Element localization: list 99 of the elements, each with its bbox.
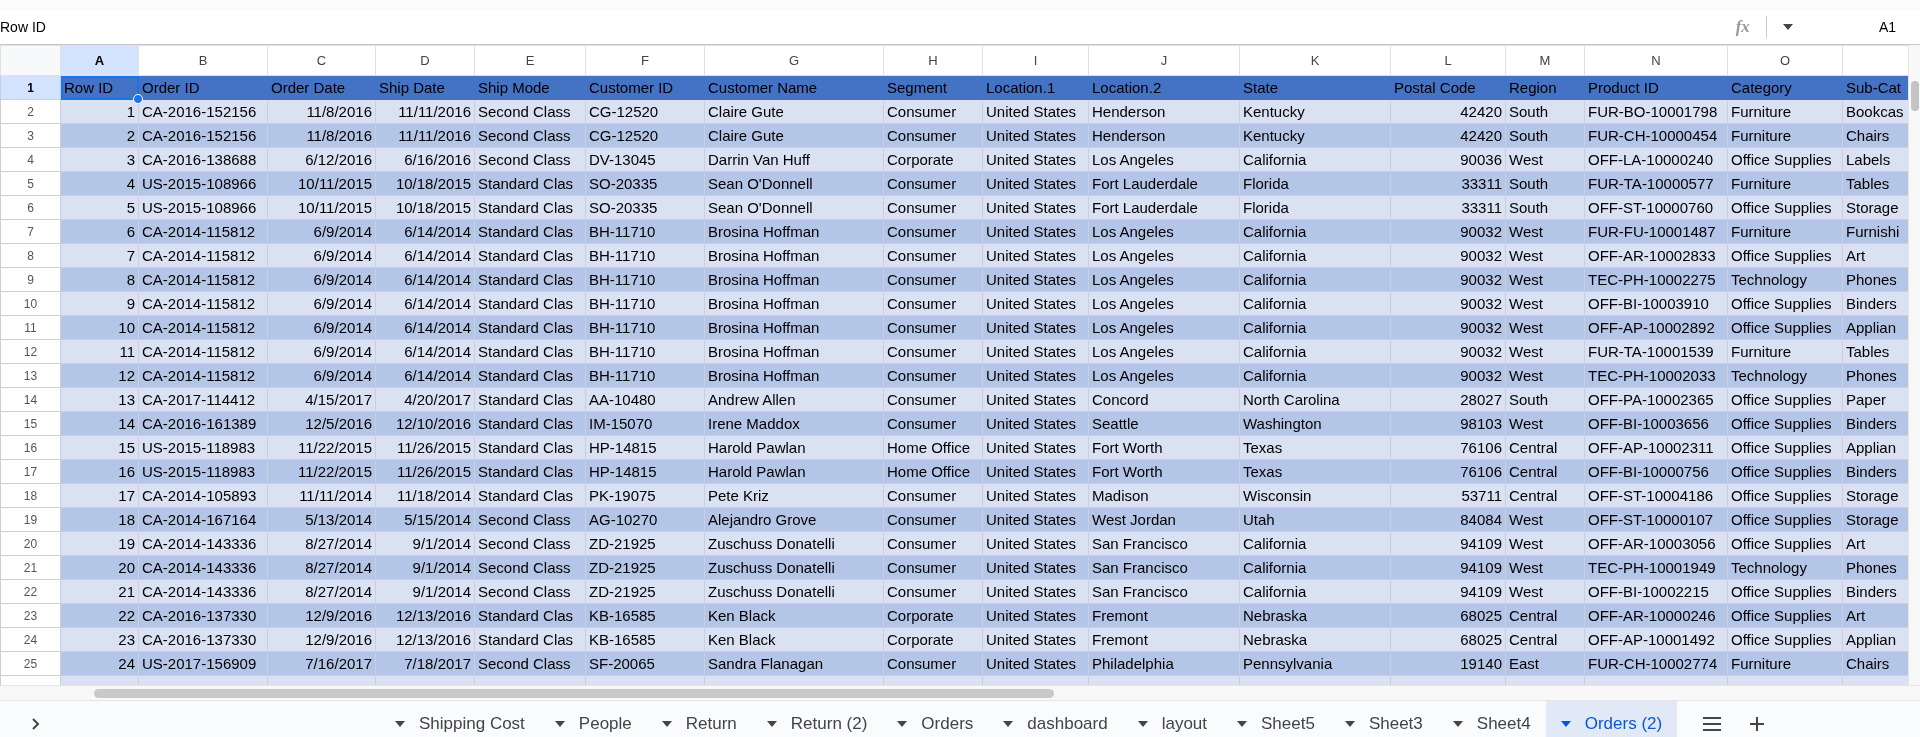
caret-icon: [897, 721, 908, 727]
name-box[interactable]: A1: [1878, 16, 1896, 38]
table-cell[interactable]: 5: [126, 198, 135, 216]
sheet-tab[interactable]: Sheet3: [1329, 701, 1438, 737]
column-header[interactable]: K: [1239, 45, 1391, 76]
table-cell[interactable]: 22: [118, 606, 135, 624]
caret-icon: [1452, 721, 1463, 727]
table-cell[interactable]: 7: [126, 246, 135, 264]
row-header[interactable]: 14: [0, 387, 61, 412]
column-header[interactable]: C: [267, 45, 376, 76]
vertical-scrollbar[interactable]: [1908, 45, 1920, 685]
table-cell[interactable]: 14: [118, 414, 135, 432]
table-cell[interactable]: Utah: [1243, 510, 1275, 528]
table-cell[interactable]: 20: [118, 558, 135, 576]
row-header[interactable]: 20: [0, 531, 61, 556]
row-header[interactable]: 21: [0, 555, 61, 580]
table-cell[interactable]: 9: [126, 294, 135, 312]
row-header[interactable]: 8: [0, 243, 61, 268]
row-header[interactable]: 18: [0, 483, 61, 508]
row-header[interactable]: 4: [0, 147, 61, 172]
table-cell[interactable]: 23: [118, 630, 135, 648]
horizontal-scrollbar[interactable]: [0, 685, 1920, 700]
row-header[interactable]: 7: [0, 219, 61, 244]
table-cell[interactable]: 4: [126, 174, 135, 192]
table-cell[interactable]: 19: [118, 534, 135, 552]
scroll-thumb[interactable]: [94, 689, 1054, 698]
table-cell[interactable]: 13: [118, 390, 135, 408]
column-header[interactable]: J: [1088, 45, 1240, 76]
sheet-tab[interactable]: Orders: [882, 701, 989, 737]
row-header[interactable]: 22: [0, 579, 61, 604]
row-header[interactable]: 15: [0, 411, 61, 436]
row-header[interactable]: 3: [0, 123, 61, 148]
caret-icon: [1003, 721, 1014, 727]
table-cell[interactable]: 17: [118, 486, 135, 504]
sheet-tab[interactable]: Return (2): [751, 701, 883, 737]
row-header[interactable]: 19: [0, 507, 61, 532]
function-label: fx: [1735, 16, 1750, 39]
sheet-tab[interactable]: Sheet5: [1222, 701, 1330, 737]
column-header[interactable]: F: [585, 45, 705, 76]
column-header[interactable]: G: [704, 45, 884, 76]
caret-icon: [1344, 721, 1355, 727]
table-cell[interactable]: 16: [118, 462, 135, 480]
column-header[interactable]: O: [1727, 45, 1843, 76]
row-header[interactable]: 16: [0, 435, 61, 460]
row-header[interactable]: 23: [0, 603, 61, 628]
column-header[interactable]: M: [1505, 45, 1585, 76]
caret-icon: [1560, 721, 1571, 727]
caret-icon: [766, 721, 777, 727]
table-cell[interactable]: 8: [126, 270, 135, 288]
header-cell[interactable]: State: [1243, 78, 1279, 96]
sheet-tab[interactable]: Shipping Cost: [380, 701, 540, 737]
table-cell[interactable]: Texas: [1243, 438, 1283, 456]
caret-icon: [554, 721, 565, 727]
table-cell[interactable]: Texas: [1243, 462, 1283, 480]
formula-content: Row ID: [0, 17, 46, 37]
table-cell[interactable]: 15: [118, 438, 135, 456]
row-header[interactable]: 24: [0, 627, 61, 652]
dropdown-caret-icon[interactable]: [1782, 24, 1793, 30]
caret-icon: [1237, 721, 1248, 727]
caret-icon: [661, 721, 672, 727]
row-header[interactable]: 11: [0, 315, 61, 340]
row-header[interactable]: 25: [0, 651, 61, 676]
row-header[interactable]: 10: [0, 291, 61, 316]
column-header[interactable]: A: [60, 45, 139, 76]
row-header[interactable]: 6: [0, 195, 61, 220]
row-header[interactable]: 13: [0, 363, 61, 388]
corner-cell[interactable]: [0, 45, 61, 76]
column-header[interactable]: H: [883, 45, 983, 76]
table-cell[interactable]: 1: [126, 102, 135, 120]
table-cell[interactable]: 21: [118, 582, 135, 600]
row-header[interactable]: 12: [0, 339, 61, 364]
sheet-tab[interactable]: Return: [646, 701, 752, 737]
caret-icon: [1137, 721, 1148, 727]
sheet-tab[interactable]: Orders (2): [1545, 701, 1678, 737]
row-header[interactable]: 2: [0, 99, 61, 124]
table-cell[interactable]: 6: [126, 222, 135, 240]
sheet-tab[interactable]: Sheet4: [1437, 701, 1546, 737]
column-header[interactable]: L: [1390, 45, 1506, 76]
column-header[interactable]: N: [1584, 45, 1728, 76]
table-cell[interactable]: 11: [119, 342, 135, 360]
row-header[interactable]: 5: [0, 171, 61, 196]
sheet-tab[interactable]: dashboard: [988, 701, 1123, 737]
scroll-thumb[interactable]: [1911, 81, 1919, 111]
caret-icon: [395, 721, 405, 727]
row-header[interactable]: 1: [0, 75, 61, 100]
column-header[interactable]: B: [138, 45, 268, 76]
column-header[interactable]: I: [982, 45, 1089, 76]
table-cell[interactable]: 12: [118, 366, 135, 384]
table-cell[interactable]: 18: [118, 510, 135, 528]
row-header[interactable]: 17: [0, 459, 61, 484]
table-cell[interactable]: 10: [118, 318, 135, 336]
column-header[interactable]: E: [474, 45, 586, 76]
table-cell[interactable]: 2: [126, 126, 135, 144]
sheet-tab[interactable]: layout: [1122, 701, 1223, 737]
row-header[interactable]: 9: [0, 267, 61, 292]
table-cell[interactable]: 24: [118, 654, 135, 672]
column-header[interactable]: D: [375, 45, 475, 76]
sheet-tab[interactable]: People: [539, 701, 647, 737]
table-cell[interactable]: 3: [126, 150, 135, 168]
